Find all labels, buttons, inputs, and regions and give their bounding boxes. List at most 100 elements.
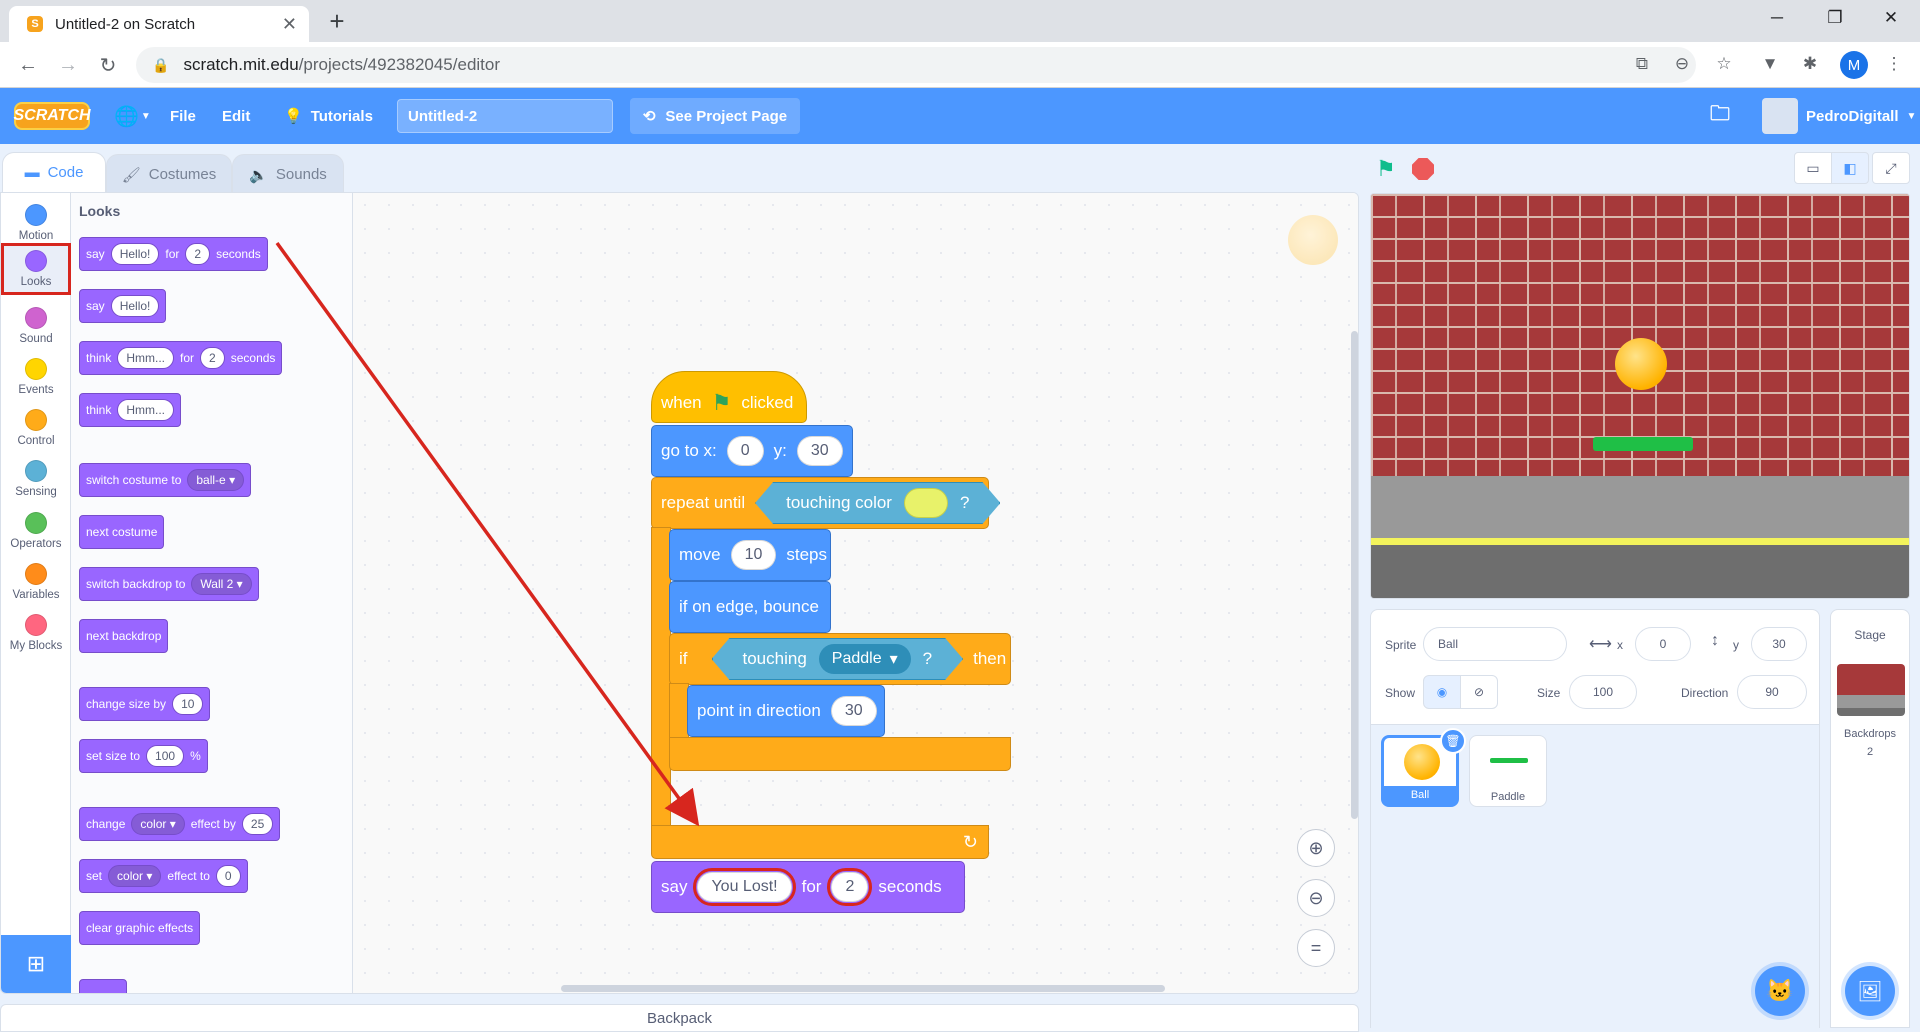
workspace-vertical-scrollbar[interactable] <box>1351 331 1358 819</box>
steps-input[interactable]: 10 <box>730 540 777 570</box>
category-events[interactable]: Events <box>1 351 71 403</box>
category-looks[interactable]: Looks <box>1 243 71 295</box>
direction-input[interactable]: 30 <box>830 696 877 726</box>
seconds-input[interactable]: 2 <box>200 347 225 369</box>
y-input[interactable]: 30 <box>796 436 843 466</box>
file-menu[interactable]: File <box>170 88 196 144</box>
category-operators[interactable]: Operators <box>1 505 71 557</box>
stage-canvas[interactable] <box>1370 193 1910 599</box>
category-motion[interactable]: Motion <box>1 197 71 249</box>
ball-sprite[interactable] <box>1615 338 1667 390</box>
size-input[interactable]: 10 <box>172 693 204 715</box>
normal-stage-button[interactable]: ◧ <box>1831 152 1869 184</box>
my-stuff-folder-icon[interactable]: 🗀 <box>1710 88 1730 144</box>
message-input[interactable]: Hmm... <box>117 399 175 421</box>
add-extension-button[interactable]: ⊞ <box>1 935 71 993</box>
color-swatch[interactable] <box>904 488 948 518</box>
small-stage-button[interactable]: ▭ <box>1794 152 1832 184</box>
extensions-puzzle-icon[interactable]: ✱ <box>1796 50 1824 78</box>
zoom-reset-button[interactable]: = <box>1297 929 1335 967</box>
repeat-until-block[interactable]: repeat until touching color ? <box>651 477 989 529</box>
next-backdrop-block[interactable]: next backdrop <box>79 619 169 653</box>
category-sound[interactable]: Sound <box>1 300 71 352</box>
zoom-out-button[interactable]: ⊖ <box>1297 879 1335 917</box>
edit-menu[interactable]: Edit <box>222 88 250 144</box>
point-in-direction-block[interactable]: point in direction 30 <box>687 685 885 737</box>
choose-sprite-button[interactable]: 🐱 <box>1755 966 1805 1016</box>
think-for-seconds-block[interactable]: think Hmm... for 2 seconds <box>79 341 283 375</box>
translate-icon[interactable]: ⧉ <box>1628 50 1656 78</box>
if-on-edge-bounce-block[interactable]: if on edge, bounce <box>669 581 831 633</box>
delete-sprite-icon[interactable]: 🗑 <box>1440 728 1466 754</box>
set-size-block[interactable]: set size to 100 % <box>79 739 208 773</box>
effect-input[interactable]: 0 <box>215 865 241 887</box>
tutorials-menu[interactable]: 💡 Tutorials <box>284 88 373 144</box>
category-my-blocks[interactable]: My Blocks <box>1 607 71 659</box>
direction-input[interactable]: 90 <box>1737 675 1807 709</box>
touching-object-block[interactable]: touching Paddle ▾ ? <box>712 638 964 680</box>
set-effect-block[interactable]: set color ▾ effect to 0 <box>79 859 248 893</box>
touching-target-dropdown[interactable]: Paddle ▾ <box>819 644 911 674</box>
message-input[interactable]: Hello! <box>110 295 160 317</box>
browser-tab[interactable]: S Untitled-2 on Scratch ✕ <box>9 6 309 42</box>
move-steps-block[interactable]: move 10 steps <box>669 529 831 581</box>
window-close-icon[interactable]: ✕ <box>1862 0 1920 36</box>
tab-sounds[interactable]: 🔈 Sounds <box>232 154 344 194</box>
size-input[interactable]: 100 <box>1569 675 1637 709</box>
x-input[interactable]: 0 <box>726 436 764 466</box>
think-block[interactable]: think Hmm... <box>79 393 182 427</box>
paddle-sprite[interactable] <box>1593 437 1693 451</box>
stop-button[interactable] <box>1412 158 1434 180</box>
effect-dropdown[interactable]: color ▾ <box>131 813 185 835</box>
zoom-icon[interactable]: ⊖ <box>1668 50 1696 78</box>
green-flag-button[interactable]: ⚑ <box>1376 156 1400 181</box>
message-input[interactable]: Hello! <box>110 243 160 265</box>
workspace-horizontal-scrollbar[interactable] <box>561 985 1165 992</box>
tab-costumes[interactable]: 🖌 Costumes <box>106 154 232 194</box>
bookmark-star-icon[interactable]: ☆ <box>1710 50 1738 78</box>
touching-color-block[interactable]: touching color ? <box>755 482 1000 524</box>
change-effect-block[interactable]: change color ▾ effect by 25 <box>79 807 281 841</box>
minimize-icon[interactable]: ─ <box>1748 0 1806 36</box>
effect-dropdown[interactable]: color ▾ <box>108 865 162 887</box>
reload-icon[interactable]: ↻ <box>92 49 124 81</box>
language-globe-icon[interactable]: 🌐 ▼ <box>114 88 151 144</box>
change-size-block[interactable]: change size by 10 <box>79 687 211 721</box>
backdrop-dropdown[interactable]: Wall 2 ▾ <box>191 573 252 595</box>
say-block[interactable]: say Hello! <box>79 289 167 323</box>
scratch-logo[interactable]: SCRATCH <box>13 102 91 130</box>
costume-dropdown[interactable]: ball-e ▾ <box>187 469 245 491</box>
y-position-input[interactable]: 30 <box>1751 627 1807 661</box>
x-position-input[interactable]: 0 <box>1635 627 1691 661</box>
forward-icon[interactable]: → <box>52 49 84 81</box>
say-message-input[interactable]: You Lost! <box>693 868 796 906</box>
sprite-tile-paddle[interactable]: Paddle <box>1469 735 1547 807</box>
browser-menu-icon[interactable]: ⋮ <box>1880 50 1908 78</box>
show-hidden-button[interactable]: ⊘ <box>1460 675 1498 709</box>
say-for-seconds-block[interactable]: say Hello! for 2 seconds <box>79 237 268 271</box>
back-icon[interactable]: ← <box>12 49 44 81</box>
see-project-page-button[interactable]: ⟲ See Project Page <box>630 98 800 134</box>
category-sensing[interactable]: Sensing <box>1 453 71 505</box>
category-control[interactable]: Control <box>1 402 71 454</box>
fullscreen-button[interactable]: ⤢ <box>1872 152 1910 184</box>
choose-backdrop-button[interactable]: 🖼 <box>1845 966 1895 1016</box>
zoom-in-button[interactable]: ⊕ <box>1297 829 1335 867</box>
sprite-name-input[interactable]: Ball <box>1423 627 1567 661</box>
sprite-tile-ball[interactable]: Ball 🗑 <box>1381 728 1466 807</box>
scripts-workspace[interactable]: when ⚑ clicked go to x: 0 y: 30 repeat u… <box>353 193 1358 993</box>
profile-avatar[interactable]: M <box>1840 51 1868 79</box>
extension-v-icon[interactable]: ▼ <box>1756 50 1784 78</box>
effect-input[interactable]: 25 <box>241 813 274 835</box>
if-then-block[interactable]: if touching Paddle ▾ ? then <box>669 633 1011 685</box>
new-tab-icon[interactable]: + <box>322 6 352 36</box>
category-variables[interactable]: Variables <box>1 556 71 608</box>
go-to-xy-block[interactable]: go to x: 0 y: 30 <box>651 425 853 477</box>
say-seconds-input[interactable]: 2 <box>827 868 873 906</box>
switch-backdrop-block[interactable]: switch backdrop to Wall 2 ▾ <box>79 567 259 601</box>
size-input[interactable]: 100 <box>146 745 185 767</box>
say-for-seconds-script-block[interactable]: say You Lost! for 2 seconds <box>651 861 965 913</box>
tab-code[interactable]: ▬ Code <box>2 152 106 192</box>
clear-effects-block[interactable]: clear graphic effects <box>79 911 201 945</box>
message-input[interactable]: Hmm... <box>117 347 175 369</box>
